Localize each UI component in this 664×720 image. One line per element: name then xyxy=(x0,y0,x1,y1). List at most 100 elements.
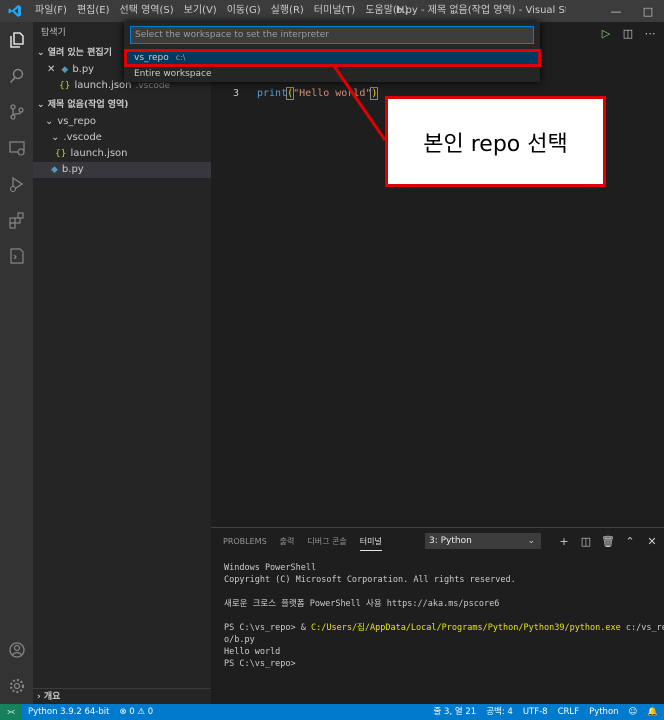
menu-run[interactable]: 실행(R) xyxy=(266,0,309,22)
menu-edit[interactable]: 편집(E) xyxy=(72,0,115,22)
terminal-line: Hello world xyxy=(224,647,281,657)
window-title: b.py - 제목 없음(작업 영역) - Visual Studio C... xyxy=(396,5,566,16)
menu-terminal[interactable]: 터미널(T) xyxy=(309,0,361,22)
tree-file[interactable]: {} launch.json xyxy=(33,146,211,162)
menu-go[interactable]: 이동(G) xyxy=(222,0,266,22)
menu-file[interactable]: 파일(F) xyxy=(30,0,72,22)
terminal-line: PS C:\vs_repo> xyxy=(224,659,296,669)
terminal-output[interactable]: Windows PowerShell Copyright (C) Microso… xyxy=(224,562,664,670)
chevron-down-icon: ⌄ xyxy=(37,100,45,110)
title-bar: 파일(F) 편집(E) 선택 영역(S) 보기(V) 이동(G) 실행(R) 터… xyxy=(0,0,664,22)
open-editors-label: 열려 있는 편집기 xyxy=(47,48,112,58)
workspace-label: 제목 없음(작업 영역) xyxy=(47,100,129,110)
terminal-select[interactable]: 3: Python ⌄ xyxy=(425,533,541,549)
code-token-paren: ) xyxy=(370,87,379,100)
tab-output[interactable]: 출력 xyxy=(280,534,295,551)
explorer-icon[interactable] xyxy=(0,22,33,58)
tab-debug-console[interactable]: 디버그 콘솔 xyxy=(307,534,346,551)
chevron-down-icon: ⌄ xyxy=(45,116,54,127)
code-line: 3 print("Hello world") xyxy=(211,86,379,102)
eol-status[interactable]: CRLF xyxy=(558,704,579,720)
terminal-line: 새로운 크로스 플랫폼 PowerShell 사용 https://aka.ms… xyxy=(224,599,500,609)
quick-pick-item-label: Entire workspace xyxy=(134,69,212,79)
split-terminal-icon[interactable]: ◫ xyxy=(578,533,594,549)
code-token-fn: print xyxy=(257,88,288,99)
close-icon[interactable]: ✕ xyxy=(47,62,55,78)
tree-folder-label: .vscode xyxy=(63,132,102,143)
terminal-line: Copyright (C) Microsoft Corporation. All… xyxy=(224,575,516,585)
close-panel-icon[interactable]: ✕ xyxy=(644,533,660,549)
terminal-select-value: 3: Python xyxy=(429,536,472,546)
maximize-panel-icon[interactable]: ⌃ xyxy=(622,533,638,549)
python-interpreter-status[interactable]: Python 3.9.2 64-bit xyxy=(28,704,109,720)
chevron-down-icon: ⌄ xyxy=(527,536,535,546)
outline-header[interactable]: › 개요 xyxy=(33,688,211,704)
activity-bar xyxy=(0,22,33,704)
indentation-status[interactable]: 공백: 4 xyxy=(486,704,513,720)
tree-file-label: launch.json xyxy=(70,148,128,159)
split-editor-icon[interactable]: ◫ xyxy=(620,25,636,41)
language-mode-status[interactable]: Python xyxy=(589,704,618,720)
python-file-icon: ◆ xyxy=(51,165,58,175)
outline-label: 개요 xyxy=(43,692,61,702)
tree-file[interactable]: ◆ b.py xyxy=(33,162,211,178)
quick-pick-input[interactable]: Select the workspace to set the interpre… xyxy=(130,26,534,44)
terminal-command-arg: c:/vs_rep xyxy=(625,623,664,633)
tree-folder[interactable]: ⌄ .vscode xyxy=(33,130,211,146)
workspace-header[interactable]: ⌄ 제목 없음(작업 영역) xyxy=(33,96,211,114)
terminal-prompt: PS C:\vs_repo> & xyxy=(224,623,311,633)
terminal-line: o/b.py xyxy=(224,635,255,645)
json-file-icon: {} xyxy=(55,149,67,159)
vscode-logo-icon xyxy=(0,0,30,22)
menu-selection[interactable]: 선택 영역(S) xyxy=(115,0,179,22)
tab-problems[interactable]: PROBLEMS xyxy=(223,534,267,551)
json-file-icon: {} xyxy=(59,81,71,91)
minimize-icon[interactable]: — xyxy=(600,0,632,22)
quick-pick-item[interactable]: Entire workspace xyxy=(124,66,540,82)
source-control-icon[interactable] xyxy=(0,94,33,130)
annotation-text: 본인 repo 선택 xyxy=(423,131,568,157)
run-icon[interactable]: ▷ xyxy=(598,25,614,41)
extensions-icon[interactable] xyxy=(0,202,33,238)
gear-icon[interactable] xyxy=(0,668,33,704)
menu-bar: 파일(F) 편집(E) 선택 영역(S) 보기(V) 이동(G) 실행(R) 터… xyxy=(30,0,413,22)
maximize-icon[interactable]: □ xyxy=(632,0,664,22)
chevron-down-icon: ⌄ xyxy=(37,48,45,58)
tree-file-label: b.py xyxy=(61,164,84,175)
account-icon[interactable] xyxy=(0,632,33,668)
tree-folder-label: vs_repo xyxy=(57,116,97,127)
terminal-command-line: PS C:\vs_repo> & C:/Users/집/AppData/Loca… xyxy=(224,622,664,634)
encoding-status[interactable]: UTF-8 xyxy=(523,704,548,720)
search-icon[interactable] xyxy=(0,58,33,94)
annotation-highlight-box xyxy=(124,49,541,67)
explorer-sidebar: 탐색기 ⌄ 열려 있는 편집기 ✕ ◆ b.py {} launch.json … xyxy=(33,22,211,704)
remote-indicator-icon[interactable]: ⪥ xyxy=(0,704,22,720)
more-actions-icon[interactable]: ⋯ xyxy=(642,25,658,41)
cursor-position-status[interactable]: 줄 3, 열 21 xyxy=(434,704,477,720)
open-editor-name: launch.json xyxy=(74,80,132,91)
run-debug-icon[interactable] xyxy=(0,166,33,202)
status-bar: ⪥ Python 3.9.2 64-bit ⊗ 0 ⚠ 0 줄 3, 열 21 … xyxy=(0,704,664,720)
trash-icon[interactable]: 🗑 xyxy=(600,533,616,549)
terminal-command-path: C:/Users/집/AppData/Local/Programs/Python… xyxy=(311,623,621,633)
feedback-icon[interactable]: ☺ xyxy=(629,704,638,720)
terminal-line: Windows PowerShell xyxy=(224,563,317,573)
bottom-panel: PROBLEMS 출력 디버그 콘솔 터미널 3: Python ⌄ + ◫ 🗑… xyxy=(211,527,664,704)
annotation-callout: 본인 repo 선택 xyxy=(385,96,606,187)
terminal-view-icon[interactable] xyxy=(0,238,33,274)
chevron-right-icon: › xyxy=(37,692,41,702)
new-terminal-icon[interactable]: + xyxy=(556,533,572,549)
python-file-icon: ◆ xyxy=(61,65,69,75)
line-number: 3 xyxy=(232,88,239,99)
code-token-string: "Hello world" xyxy=(293,88,372,99)
tree-folder[interactable]: ⌄ vs_repo xyxy=(33,114,211,130)
chevron-down-icon: ⌄ xyxy=(51,132,60,143)
problems-status[interactable]: ⊗ 0 ⚠ 0 xyxy=(119,704,153,720)
notifications-icon[interactable]: 🔔 xyxy=(647,704,658,720)
menu-view[interactable]: 보기(V) xyxy=(179,0,222,22)
open-editor-name: b.py xyxy=(72,64,95,75)
remote-explorer-icon[interactable] xyxy=(0,130,33,166)
tab-terminal[interactable]: 터미널 xyxy=(359,534,382,551)
